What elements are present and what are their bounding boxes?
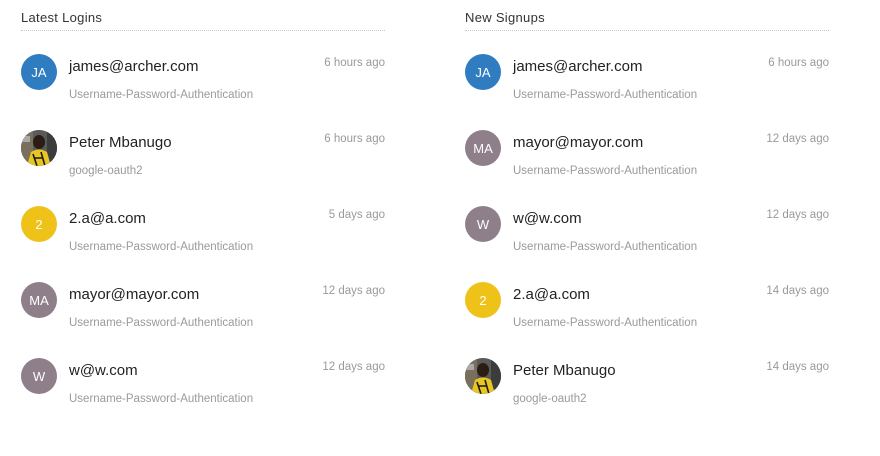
user-initials-avatar: JA: [21, 54, 57, 90]
relative-timestamp: 12 days ago: [322, 285, 385, 297]
user-initials-avatar: W: [465, 206, 501, 242]
user-name[interactable]: james@archer.com: [513, 58, 642, 75]
connection-type: Username-Password-Authentication: [513, 89, 698, 101]
user-name[interactable]: james@archer.com: [69, 58, 198, 75]
user-list-item[interactable]: 2 2.a@a.com Username-Password-Authenticati…: [21, 204, 385, 280]
user-name[interactable]: mayor@mayor.com: [513, 134, 643, 151]
connection-type: Username-Password-Authentication: [69, 241, 254, 253]
relative-timestamp: 12 days ago: [766, 133, 829, 145]
user-name[interactable]: 2.a@a.com: [69, 210, 146, 227]
connection-type: Username-Password-Authentication: [513, 317, 698, 329]
latest-logins-list: JA james@archer.com Username-Password-Auth…: [21, 52, 385, 432]
user-initials-avatar: JA: [465, 54, 501, 90]
user-photo-avatar: [21, 130, 57, 166]
relative-timestamp: 6 hours ago: [768, 57, 829, 69]
relative-timestamp: 14 days ago: [766, 361, 829, 373]
user-name[interactable]: Peter Mbanugo: [69, 134, 172, 151]
user-photo-avatar: [465, 358, 501, 394]
relative-timestamp: 5 days ago: [328, 209, 385, 221]
connection-type: google-oauth2: [513, 393, 587, 405]
new-signups-panel: New Signups JA james@archer.com Username-P…: [465, 0, 829, 432]
user-list-item[interactable]: MA mayor@mayor.com Username-Password-Authe…: [21, 280, 385, 356]
user-list-item[interactable]: JA james@archer.com Username-Password-Auth…: [465, 52, 829, 128]
latest-logins-panel: Latest Logins JA james@archer.com Username…: [21, 0, 385, 432]
new-signups-title: New Signups: [465, 0, 829, 31]
user-list-item[interactable]: MA mayor@mayor.com Username-Password-Authe…: [465, 128, 829, 204]
user-name[interactable]: w@w.com: [69, 362, 138, 379]
connection-type: Username-Password-Authentication: [69, 317, 254, 329]
connection-type: google-oauth2: [69, 165, 143, 177]
user-name[interactable]: 2.a@a.com: [513, 286, 590, 303]
connection-type: Username-Password-Authentication: [513, 241, 698, 253]
user-name[interactable]: Peter Mbanugo: [513, 362, 616, 379]
user-name[interactable]: w@w.com: [513, 210, 582, 227]
relative-timestamp: 14 days ago: [766, 285, 829, 297]
relative-timestamp: 6 hours ago: [324, 133, 385, 145]
user-initials-avatar: 2: [465, 282, 501, 318]
user-list-item[interactable]: Peter Mbanugo google-oauth2 14 days ago: [465, 356, 829, 432]
user-initials-avatar: MA: [21, 282, 57, 318]
connection-type: Username-Password-Authentication: [69, 89, 254, 101]
connection-type: Username-Password-Authentication: [69, 393, 254, 405]
user-initials-avatar: 2: [21, 206, 57, 242]
user-initials-avatar: MA: [465, 130, 501, 166]
user-list-item[interactable]: Ww@w.com Username-Password-Authentication…: [21, 356, 385, 432]
user-list-item[interactable]: Ww@w.com Username-Password-Authentication…: [465, 204, 829, 280]
new-signups-list: JA james@archer.com Username-Password-Auth…: [465, 52, 829, 432]
user-name[interactable]: mayor@mayor.com: [69, 286, 199, 303]
connection-type: Username-Password-Authentication: [513, 165, 698, 177]
user-initials-avatar: W: [21, 358, 57, 394]
user-list-item[interactable]: 2 2.a@a.com Username-Password-Authenticati…: [465, 280, 829, 356]
relative-timestamp: 12 days ago: [322, 361, 385, 373]
relative-timestamp: 6 hours ago: [324, 57, 385, 69]
latest-logins-title: Latest Logins: [21, 0, 385, 31]
user-list-item[interactable]: JA james@archer.com Username-Password-Auth…: [21, 52, 385, 128]
relative-timestamp: 12 days ago: [766, 209, 829, 221]
user-list-item[interactable]: Peter Mbanugo google-oauth2 6 hours ago: [21, 128, 385, 204]
